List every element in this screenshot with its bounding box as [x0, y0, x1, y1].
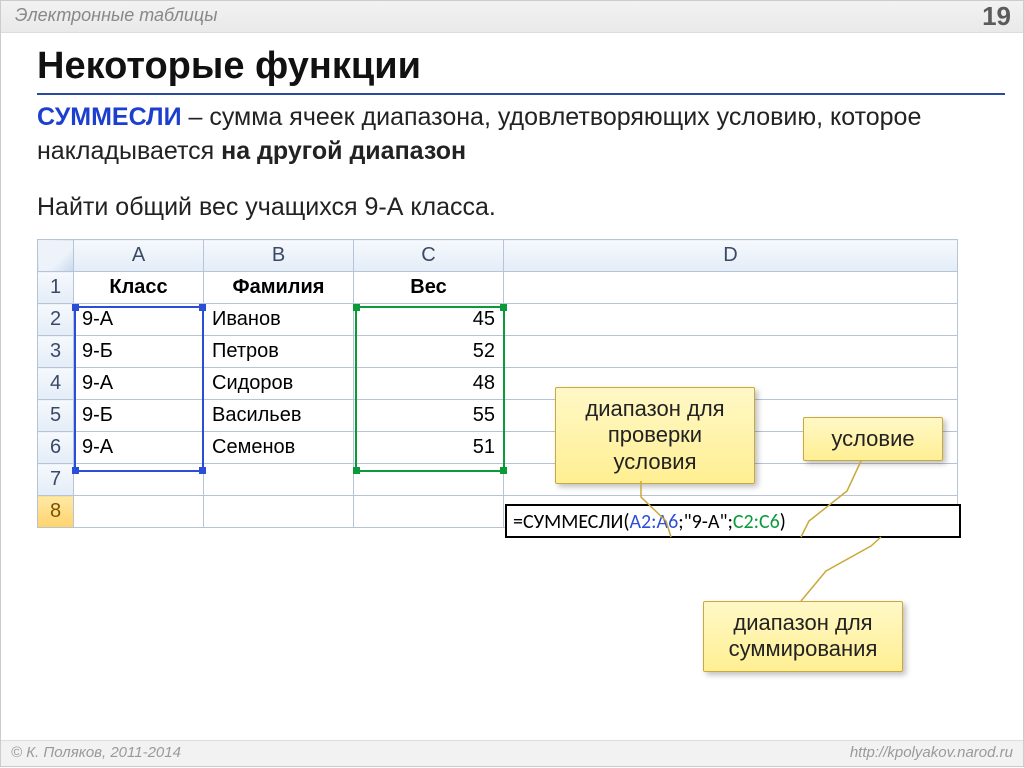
footer-url: http://kpolyakov.narod.ru [850, 744, 1013, 761]
description: СУММЕСЛИ – сумма ячеек диапазона, удовле… [37, 101, 983, 169]
select-all-corner[interactable] [38, 240, 74, 272]
cell-a1[interactable]: Класс [74, 272, 204, 304]
row-header-3[interactable]: 3 [38, 336, 74, 368]
cell-a6[interactable]: 9-А [74, 432, 204, 464]
callout-condition: условие [803, 417, 943, 461]
cell-a3[interactable]: 9-Б [74, 336, 204, 368]
formula-range1: A2:A6 [629, 510, 678, 534]
cell-a4[interactable]: 9-А [74, 368, 204, 400]
col-header-c[interactable]: C [354, 240, 504, 272]
grid-table: A B C D 1 Класс Фамилия Вес 2 9-А Иванов… [37, 239, 958, 528]
cell-c3[interactable]: 52 [354, 336, 504, 368]
cell-c5[interactable]: 55 [354, 400, 504, 432]
col-header-b[interactable]: B [204, 240, 354, 272]
row-header-7[interactable]: 7 [38, 464, 74, 496]
cell-c8[interactable] [354, 496, 504, 528]
topbar: Электронные таблицы 19 [1, 1, 1023, 33]
row-header-2[interactable]: 2 [38, 304, 74, 336]
formula-prefix: =СУММЕСЛИ( [513, 510, 629, 534]
cell-c6[interactable]: 51 [354, 432, 504, 464]
col-header-d[interactable]: D [504, 240, 958, 272]
row-header-8[interactable]: 8 [38, 496, 74, 528]
cell-d3[interactable] [504, 336, 958, 368]
formula-cond: "9-А" [684, 510, 728, 534]
cell-a8[interactable] [74, 496, 204, 528]
cell-b5[interactable]: Васильев [204, 400, 354, 432]
cell-c2[interactable]: 45 [354, 304, 504, 336]
cell-a7[interactable] [74, 464, 204, 496]
title-divider [37, 93, 1005, 95]
callout-range-check: диапазон для проверки условия [555, 387, 755, 484]
function-keyword: СУММЕСЛИ [37, 103, 182, 131]
topic-label: Электронные таблицы [15, 5, 217, 26]
cell-b2[interactable]: Иванов [204, 304, 354, 336]
cell-c7[interactable] [354, 464, 504, 496]
page-number: 19 [982, 1, 1011, 32]
footer: © К. Поляков, 2011-2014 http://kpolyakov… [1, 740, 1023, 766]
description-emphasis: на другой диапазон [221, 137, 466, 165]
cell-d1[interactable] [504, 272, 958, 304]
row-header-5[interactable]: 5 [38, 400, 74, 432]
formula-range2: C2:C6 [733, 510, 780, 534]
cell-b8[interactable] [204, 496, 354, 528]
footer-copyright: © К. Поляков, 2011-2014 [11, 744, 181, 761]
col-header-a[interactable]: A [74, 240, 204, 272]
cell-a2[interactable]: 9-А [74, 304, 204, 336]
row-header-6[interactable]: 6 [38, 432, 74, 464]
spreadsheet: A B C D 1 Класс Фамилия Вес 2 9-А Иванов… [37, 239, 987, 528]
callout-range-sum: диапазон для суммирования [703, 601, 903, 672]
slide: Электронные таблицы 19 Некоторые функции… [0, 0, 1024, 767]
row-header-1[interactable]: 1 [38, 272, 74, 304]
slide-title: Некоторые функции [37, 45, 421, 88]
cell-c1[interactable]: Вес [354, 272, 504, 304]
formula-suffix: ) [780, 510, 786, 534]
task-text: Найти общий вес учащихся 9-А класса. [37, 193, 496, 222]
cell-b4[interactable]: Сидоров [204, 368, 354, 400]
cell-c4[interactable]: 48 [354, 368, 504, 400]
cell-d2[interactable] [504, 304, 958, 336]
cell-b1[interactable]: Фамилия [204, 272, 354, 304]
cell-b6[interactable]: Семенов [204, 432, 354, 464]
formula-text: =СУММЕСЛИ(A2:A6;"9-А";C2:C6) [513, 510, 786, 534]
cell-b7[interactable] [204, 464, 354, 496]
cell-b3[interactable]: Петров [204, 336, 354, 368]
cell-a5[interactable]: 9-Б [74, 400, 204, 432]
row-header-4[interactable]: 4 [38, 368, 74, 400]
